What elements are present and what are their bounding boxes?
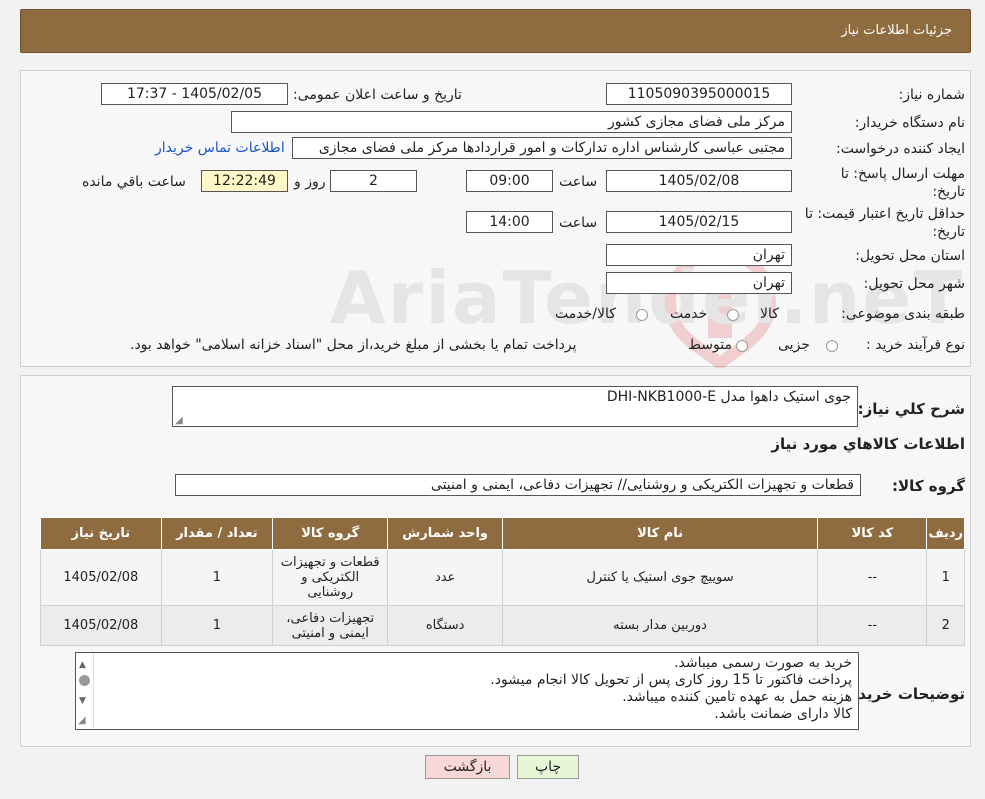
deadline-time-field: 09:00 — [466, 170, 553, 192]
cell-qty: 1 — [160, 605, 274, 646]
announce-label: تاریخ و ساعت اعلان عمومی: — [293, 87, 462, 103]
cell-unit: دستگاه — [387, 605, 503, 646]
buyer-note-line: هزینه حمل به عهده تامین کننده میباشد. — [622, 689, 852, 705]
buyer-org-label: نام دستگاه خریدار: — [854, 115, 965, 131]
buyer-notes-field: خرید به صورت رسمی میباشد. پرداخت فاکتور … — [75, 652, 859, 730]
cell-code: -- — [817, 549, 928, 606]
buyer-note-line: پرداخت فاکتور تا 15 روز کاری پس از تحویل… — [490, 672, 852, 688]
remaining-label: ساعت باقي مانده — [82, 174, 186, 190]
city-field: تهران — [606, 272, 792, 294]
category-option-goods[interactable]: کالا — [760, 306, 779, 322]
validity-time-field: 14:00 — [466, 211, 553, 233]
table-row: 1 -- سوییچ جوی استیک یا کنترل عدد قطعات … — [40, 549, 965, 606]
announce-field: 1405/02/05 - 17:37 — [101, 83, 288, 105]
resize-handle-icon[interactable]: ◢ — [175, 415, 183, 426]
scroll-thumb[interactable] — [79, 675, 90, 686]
cell-unit: عدد — [387, 549, 503, 606]
process-radio-medium[interactable] — [736, 340, 748, 352]
goods-group-label: گروه کالا: — [892, 477, 965, 495]
category-option-service: خدمت — [670, 306, 708, 322]
deadline-label-2: تاریخ: — [932, 184, 965, 200]
description-field: جوی استیک داهوا مدل DHI-NKB1000-E ◢ — [172, 386, 858, 427]
col-header-unit: واحد شمارش — [387, 517, 503, 550]
col-header-date: تاریخ نیاز — [40, 517, 162, 550]
process-radio-minor[interactable] — [826, 340, 838, 352]
cell-group: تجهیزات دفاعی، ایمنی و امنیتی — [271, 605, 389, 646]
deadline-date-field: 1405/02/08 — [606, 170, 792, 192]
scroll-down-icon[interactable]: ▼ — [79, 693, 86, 710]
city-label: شهر محل تحویل: — [863, 276, 965, 292]
table-row: 2 -- دوربین مدار بسته دستگاه تجهیزات دفا… — [40, 605, 965, 646]
notes-scrollbar[interactable]: ▲ ▼ ◢ — [76, 653, 94, 729]
category-option-goods-label: کالا — [760, 306, 779, 322]
cell-date: 1405/02/08 — [40, 549, 162, 606]
process-option-minor: جزیی — [778, 337, 810, 353]
validity-time-label: ساعت — [559, 215, 598, 231]
cell-row-no: 2 — [926, 605, 965, 646]
cell-qty: 1 — [160, 549, 274, 606]
buyer-org-field: مرکز ملی فضای مجازی کشور — [231, 111, 792, 133]
need-number-label: شماره نیاز: — [898, 87, 966, 103]
buyer-note-line: کالا دارای ضمانت باشد. — [714, 706, 852, 722]
page-title: جزئیات اطلاعات نیاز — [841, 23, 952, 38]
cell-row-no: 1 — [926, 549, 965, 606]
cell-group: قطعات و تجهیزات الکتریکی و روشنایی — [271, 549, 389, 606]
process-option-medium: متوسط — [688, 337, 732, 353]
print-button[interactable]: چاپ — [517, 755, 579, 779]
validity-date-field: 1405/02/15 — [606, 211, 792, 233]
category-radio-service[interactable] — [727, 309, 739, 321]
cell-code: -- — [817, 605, 928, 646]
page-header: جزئیات اطلاعات نیاز — [20, 9, 971, 53]
validity-label: حداقل تاریخ اعتبار قیمت: تا — [804, 206, 965, 222]
creator-field: مجتبی عباسی کارشناس اداره تدارکات و امور… — [292, 137, 792, 159]
days-label: روز و — [294, 174, 326, 190]
cell-date: 1405/02/08 — [40, 605, 162, 646]
scroll-up-icon[interactable]: ▲ — [79, 657, 86, 674]
process-label: نوع فرآیند خرید : — [866, 337, 965, 353]
cell-name: دوربین مدار بسته — [501, 605, 819, 646]
need-number-field: 1105090395000015 — [606, 83, 792, 105]
goods-group-field: قطعات و تجهیزات الکتریکی و روشنایی// تجه… — [175, 474, 861, 496]
col-header-code: کد کالا — [817, 517, 928, 550]
col-header-name: نام کالا — [501, 517, 819, 550]
back-button[interactable]: بازگشت — [425, 755, 510, 779]
deadline-label: مهلت ارسال پاسخ: تا — [840, 166, 965, 182]
goods-section-title: اطلاعات کالاهاي مورد نياز — [771, 435, 965, 453]
category-label: طبقه بندی موضوعی: — [841, 306, 965, 322]
validity-label-2: تاریخ: — [932, 224, 965, 240]
category-radio-both[interactable] — [636, 309, 648, 321]
col-header-qty: تعداد / مقدار — [160, 517, 274, 550]
province-field: تهران — [606, 244, 792, 266]
deadline-time-label: ساعت — [559, 174, 598, 190]
buyer-note-line: خرید به صورت رسمی میباشد. — [674, 655, 852, 671]
remaining-time-field: 12:22:49 — [201, 170, 288, 192]
resize-handle-icon[interactable]: ◢ — [78, 712, 86, 729]
description-text: جوی استیک داهوا مدل DHI-NKB1000-E — [606, 389, 851, 405]
process-note: پرداخت تمام یا بخشی از مبلغ خرید،از محل … — [130, 337, 577, 353]
col-header-group: گروه کالا — [271, 517, 389, 550]
goods-table: رديف کد کالا نام کالا واحد شمارش گروه کا… — [40, 517, 965, 646]
category-option-both: کالا/خدمت — [555, 306, 616, 322]
table-header-row: رديف کد کالا نام کالا واحد شمارش گروه کا… — [40, 517, 965, 550]
province-label: استان محل تحویل: — [855, 248, 965, 264]
creator-label: ایجاد کننده درخواست: — [836, 141, 965, 157]
description-label: شرح کلي نياز: — [857, 400, 965, 418]
cell-name: سوییچ جوی استیک یا کنترل — [501, 549, 819, 606]
buyer-contact-link[interactable]: اطلاعات تماس خریدار — [155, 140, 285, 156]
col-header-row-no: رديف — [926, 517, 965, 550]
days-field: 2 — [330, 170, 417, 192]
